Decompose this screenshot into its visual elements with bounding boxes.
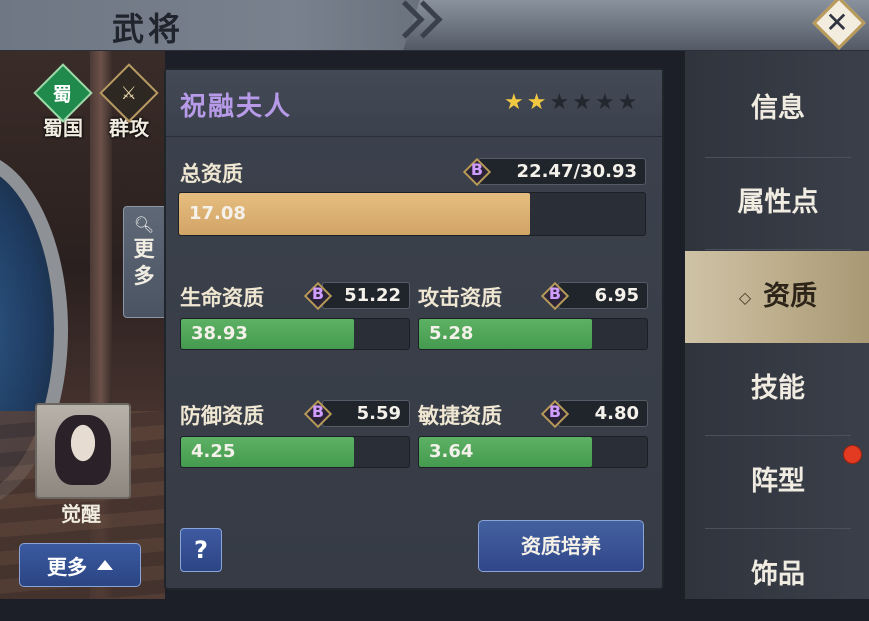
triangle-up-icon	[97, 560, 113, 570]
stat-bar: 4.25	[180, 436, 410, 468]
total-aptitude-value: 17.08	[189, 203, 246, 224]
side-more-tab[interactable]: 🔍︎ 更多	[123, 206, 165, 318]
nav-item-info[interactable]: 信息	[685, 63, 869, 155]
panel-header: 祝融夫人 ★ ★ ★ ★ ★ ★	[166, 70, 662, 137]
stat-label: 攻击资质	[418, 285, 502, 310]
side-more-label: 更多	[133, 237, 155, 288]
grade-badge-icon: B	[540, 399, 570, 429]
stat-cap: 51.22	[322, 282, 410, 309]
total-aptitude-range-value: 22.47/30.93	[516, 161, 637, 182]
star-empty-icon: ★	[617, 90, 638, 115]
close-button[interactable]: ✕	[812, 0, 866, 50]
stat-label: 敏捷资质	[418, 403, 502, 428]
stat-value: 3.64	[429, 441, 474, 462]
stat-label: 生命资质	[180, 285, 264, 310]
total-aptitude-range: 22.47/30.93	[478, 158, 646, 185]
total-aptitude-bar: 17.08	[178, 192, 646, 236]
attack-type-aoe: ⚔ 群攻	[99, 63, 159, 141]
page-title: 武将	[112, 10, 185, 48]
help-button[interactable]: ?	[180, 528, 222, 572]
grade-badge-icon: B	[303, 281, 333, 311]
hero-name: 祝融夫人	[180, 92, 293, 122]
hero-avatar	[55, 415, 111, 485]
notification-dot	[843, 445, 862, 464]
star-empty-icon: ★	[572, 90, 592, 115]
nav-divider	[705, 249, 851, 250]
star-rating: ★ ★ ★ ★ ★ ★	[504, 92, 637, 114]
grade-badge-icon: B	[462, 157, 492, 187]
side-nav: 信息 属性点 ◇ 资质 技能 阵型 饰品	[683, 51, 869, 599]
star-filled-icon: ★	[526, 90, 547, 115]
faction-shu: 蜀 蜀国	[33, 63, 93, 141]
total-aptitude-label: 总资质	[180, 161, 243, 186]
stat-label: 防御资质	[180, 403, 264, 428]
star-empty-icon: ★	[594, 90, 615, 115]
more-button[interactable]: 更多	[19, 543, 141, 587]
more-button-label: 更多	[47, 554, 87, 579]
close-icon: ✕	[825, 6, 849, 39]
awaken-label: 觉醒	[61, 502, 101, 526]
search-icon: 🔍︎	[133, 215, 155, 234]
aptitude-train-button[interactable]: 资质培养	[478, 520, 644, 572]
stat-cap: 6.95	[558, 282, 648, 309]
star-empty-icon: ★	[549, 90, 570, 115]
nav-item-aptitude[interactable]: ◇ 资质	[685, 251, 869, 343]
stat-value: 38.93	[191, 323, 248, 344]
nav-item-attribute-points[interactable]: 属性点	[685, 157, 869, 249]
stat-bar: 5.28	[418, 318, 648, 350]
selected-diamond-icon: ◇	[738, 287, 752, 307]
nav-item-skills[interactable]: 技能	[685, 343, 869, 435]
stat-bar: 3.64	[418, 436, 648, 468]
aptitude-panel: 祝融夫人 ★ ★ ★ ★ ★ ★ 总资质 22.47/30.93 B 17.08 生命资质…	[164, 68, 664, 590]
star-filled-icon: ★	[504, 90, 524, 115]
nav-item-formation[interactable]: 阵型	[685, 436, 869, 528]
nav-item-accessories[interactable]: 饰品	[685, 529, 869, 621]
title-band	[0, 0, 420, 50]
stat-bar: 38.93	[180, 318, 410, 350]
stat-cap: 4.80	[558, 400, 648, 427]
stat-cap: 5.59	[322, 400, 410, 427]
stat-value: 4.25	[191, 441, 236, 462]
grade-badge-icon: B	[540, 281, 570, 311]
top-bar: 武将 ✕	[0, 0, 869, 51]
grade-badge-icon: B	[303, 399, 333, 429]
awaken-portrait[interactable]	[35, 403, 131, 499]
stat-value: 5.28	[429, 323, 474, 344]
